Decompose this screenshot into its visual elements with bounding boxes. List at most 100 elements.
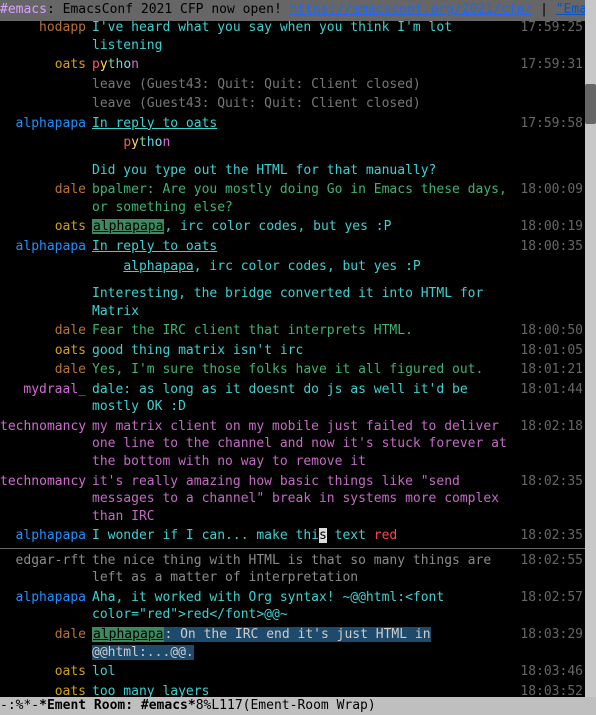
timestamp: 17:59:31: [519, 56, 585, 74]
nick: oats: [0, 683, 92, 697]
message-body: the nice thing with HTML is that so many…: [92, 552, 519, 587]
message-body: it's really amazing how basic things lik…: [92, 473, 519, 526]
message-row: leave (Guest43: Quit: Quit: Client close…: [0, 94, 585, 114]
nick: oats: [0, 663, 92, 681]
nick: dale: [0, 322, 92, 340]
nick: technomancy: [0, 418, 92, 436]
read-marker: [0, 548, 585, 549]
message-body: good thing matrix isn't irc: [92, 342, 519, 360]
message-body: I wonder if I can... make this text red: [92, 527, 519, 545]
topic-channel: #emacs: [0, 2, 47, 17]
timestamp: 18:02:35: [519, 473, 585, 491]
line-number: L117: [211, 697, 242, 715]
message-body: In reply to oats: [92, 238, 519, 256]
message-row: leave (Guest43: Quit: Quit: Client close…: [0, 75, 585, 95]
emacs-frame: #emacs: EmacsConf 2021 CFP now open! htt…: [0, 0, 596, 715]
message-row: alphapapa, irc color codes, but yes :P: [0, 257, 585, 277]
message-row: oatslol18:03:46: [0, 662, 585, 682]
mention[interactable]: alphapapa: [92, 219, 164, 234]
scrollbar-thumb[interactable]: [585, 84, 596, 124]
message-body: python: [92, 56, 519, 74]
mode-line: -:%*- *Ement Room: #emacs* 8% L117 (Emen…: [0, 697, 596, 715]
timestamp: 18:01:44: [519, 381, 585, 399]
timestamp: 18:02:35: [519, 527, 585, 545]
message-body: leave (Guest43: Quit: Quit: Client close…: [92, 95, 519, 113]
message-row: daleYes, I'm sure those folks have it al…: [0, 360, 585, 380]
message-row: python: [0, 133, 585, 153]
message-row: oatsalphapapa, irc color codes, but yes …: [0, 217, 585, 237]
message-row: oatsgood thing matrix isn't irc18:01:05: [0, 341, 585, 361]
timestamp: 18:00:50: [519, 322, 585, 340]
message-body: python: [92, 134, 519, 152]
message-body: I've heard what you say when you think I…: [92, 19, 519, 54]
user-link[interactable]: oats: [186, 116, 217, 131]
buffer-name: *Ement Room: #emacs*: [39, 697, 196, 715]
message-body: Fear the IRC client that interprets HTML…: [92, 322, 519, 340]
user-link[interactable]: oats: [186, 239, 217, 254]
message-body: Interesting, the bridge converted it int…: [92, 285, 519, 320]
point-cursor: s: [319, 528, 327, 543]
timestamp: 18:02:57: [519, 589, 585, 607]
timestamp: 18:03:29: [519, 626, 585, 644]
message-row: mydraal_dale: as long as it doesnt do js…: [0, 380, 585, 417]
scrollbar-track[interactable]: [585, 0, 596, 697]
message-row: daleFear the IRC client that interprets …: [0, 321, 585, 341]
message-row: oatstoo many layers18:03:52: [0, 682, 585, 697]
message-body: Did you type out the HTML for that manua…: [92, 162, 519, 180]
topic-link[interactable]: https://emacsconf.org/2021/cfp/: [290, 2, 533, 17]
message-row: technomancymy matrix client on my mobile…: [0, 417, 585, 472]
message-row: alphapapaIn reply to oats18:00:35: [0, 237, 585, 257]
message-row: technomancyit's really amazing how basic…: [0, 472, 585, 527]
message-row: dalealphapapa: On the IRC end it's just …: [0, 625, 585, 662]
nick: technomancy: [0, 473, 92, 491]
message-body: alphapapa, irc color codes, but yes :P: [92, 218, 519, 236]
message-row: dalebpalmer: Are you mostly doing Go in …: [0, 180, 585, 217]
nick: dale: [0, 361, 92, 379]
message-row: oatspython17:59:31: [0, 55, 585, 75]
mention[interactable]: alphapapa: [92, 627, 164, 642]
message-body: lol: [92, 663, 519, 681]
reply-link[interactable]: In reply to: [92, 239, 186, 254]
message-body: Aha, it worked with Org syntax! ~@@html:…: [92, 589, 519, 624]
timestamp: 17:59:25: [519, 19, 585, 37]
nick: alphapapa: [0, 527, 92, 545]
nick: alphapapa: [0, 238, 92, 256]
nick: mydraal_: [0, 381, 92, 399]
message-body: Yes, I'm sure those folks have it all fi…: [92, 361, 519, 379]
message-body: alphapapa: On the IRC end it's just HTML…: [92, 626, 519, 661]
nick: alphapapa: [0, 115, 92, 133]
reply-link[interactable]: In reply to: [92, 116, 186, 131]
timestamp: 18:00:35: [519, 238, 585, 256]
message-row: Interesting, the bridge converted it int…: [0, 284, 585, 321]
nick: alphapapa: [0, 589, 92, 607]
message-row: edgar-rftthe nice thing with HTML is tha…: [0, 551, 585, 588]
nick: oats: [0, 342, 92, 360]
major-mode: (Ement-Room Wrap): [243, 697, 376, 715]
nick: oats: [0, 56, 92, 74]
user-link[interactable]: alphapapa: [123, 259, 193, 274]
timestamp: 18:01:05: [519, 342, 585, 360]
message-body: too many layers: [92, 683, 519, 697]
timestamp: 17:59:58: [519, 115, 585, 133]
nick: dale: [0, 626, 92, 644]
message-row: Did you type out the HTML for that manua…: [0, 161, 585, 181]
message-body: bpalmer: Are you mostly doing Go in Emac…: [92, 181, 519, 216]
timestamp: 18:03:46: [519, 663, 585, 681]
nick: dale: [0, 181, 92, 199]
nick: hodapp: [0, 19, 92, 37]
timestamp: 18:03:52: [519, 683, 585, 697]
message-row: alphapapaI wonder if I can... make this …: [0, 526, 585, 546]
chat-log[interactable]: hodappI've heard what you say when you t…: [0, 18, 585, 697]
nick: oats: [0, 218, 92, 236]
timestamp: 18:00:19: [519, 218, 585, 236]
message-body: In reply to oats: [92, 115, 519, 133]
timestamp: 18:01:21: [519, 361, 585, 379]
message-row: alphapapaAha, it worked with Org syntax!…: [0, 588, 585, 625]
timestamp: 18:02:18: [519, 418, 585, 436]
timestamp: 18:00:09: [519, 181, 585, 199]
message-body: alphapapa, irc color codes, but yes :P: [92, 258, 519, 276]
message-row: alphapapaIn reply to oats17:59:58: [0, 114, 585, 134]
message-body: dale: as long as it doesnt do js as well…: [92, 381, 519, 416]
message-row: hodappI've heard what you say when you t…: [0, 18, 585, 55]
timestamp: 18:02:55: [519, 552, 585, 570]
